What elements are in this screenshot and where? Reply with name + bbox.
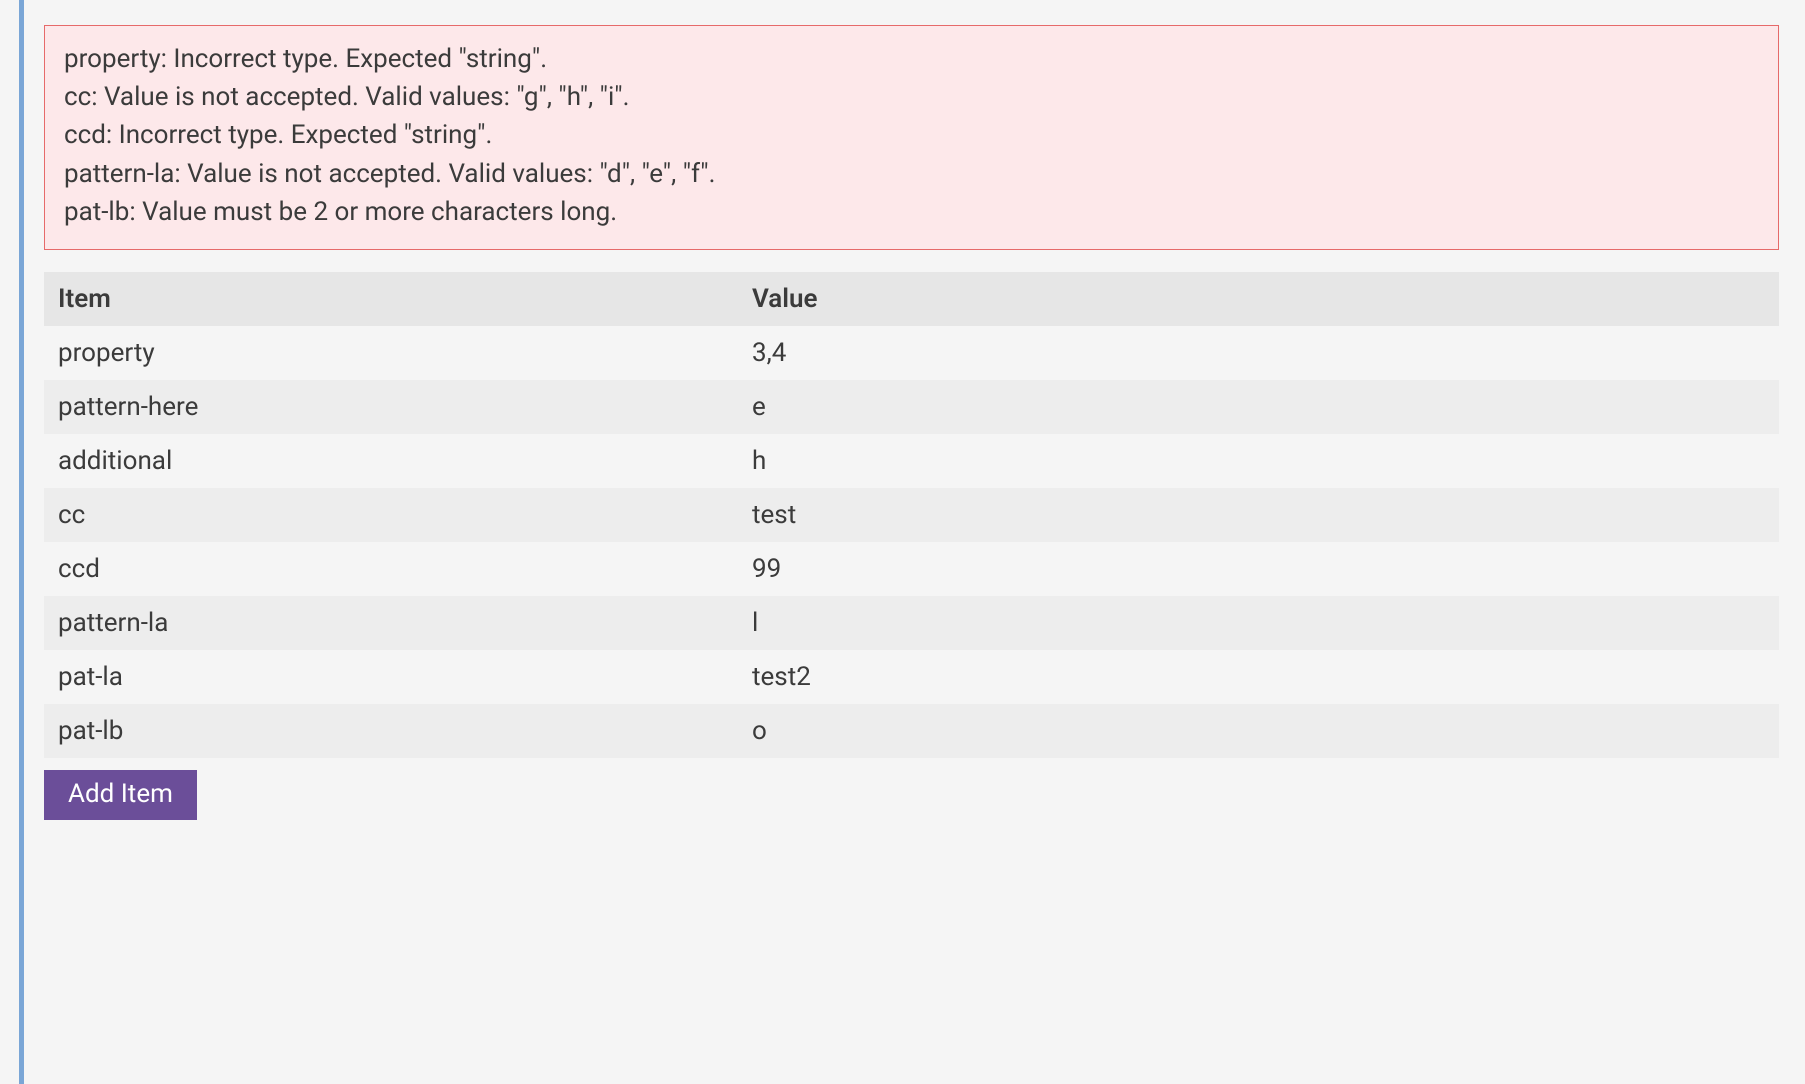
cell-item: property — [44, 326, 738, 380]
panel: property: Incorrect type. Expected "stri… — [0, 0, 1805, 1084]
cell-item: additional — [44, 434, 738, 488]
cell-value: test — [738, 488, 1779, 542]
validation-error-line: cc: Value is not accepted. Valid values:… — [64, 78, 1759, 116]
table-row[interactable]: cc test — [44, 488, 1779, 542]
validation-error-line: pat-lb: Value must be 2 or more characte… — [64, 193, 1759, 231]
cell-value: 3,4 — [738, 326, 1779, 380]
table-row[interactable]: additional h — [44, 434, 1779, 488]
cell-item: pattern-la — [44, 596, 738, 650]
cell-item: pat-lb — [44, 704, 738, 758]
cell-value: o — [738, 704, 1779, 758]
validation-error-line: property: Incorrect type. Expected "stri… — [64, 40, 1759, 78]
table-row[interactable]: pattern-la l — [44, 596, 1779, 650]
table-row[interactable]: pat-la test2 — [44, 650, 1779, 704]
cell-value: h — [738, 434, 1779, 488]
cell-value: e — [738, 380, 1779, 434]
table-header-row: Item Value — [44, 272, 1779, 326]
validation-error-box: property: Incorrect type. Expected "stri… — [44, 25, 1779, 250]
cell-item: pattern-here — [44, 380, 738, 434]
cell-value: l — [738, 596, 1779, 650]
cell-value: test2 — [738, 650, 1779, 704]
table-row[interactable]: pat-lb o — [44, 704, 1779, 758]
table-row[interactable]: ccd 99 — [44, 542, 1779, 596]
left-accent-rule — [19, 0, 24, 1084]
table-row[interactable]: property 3,4 — [44, 326, 1779, 380]
cell-item: cc — [44, 488, 738, 542]
validation-error-line: pattern-la: Value is not accepted. Valid… — [64, 155, 1759, 193]
properties-table: Item Value property 3,4 pattern-here e a… — [44, 272, 1779, 758]
table-row[interactable]: pattern-here e — [44, 380, 1779, 434]
cell-value: 99 — [738, 542, 1779, 596]
column-header-item: Item — [44, 272, 738, 326]
cell-item: ccd — [44, 542, 738, 596]
validation-error-line: ccd: Incorrect type. Expected "string". — [64, 116, 1759, 154]
add-item-button[interactable]: Add Item — [44, 770, 197, 820]
cell-item: pat-la — [44, 650, 738, 704]
column-header-value: Value — [738, 272, 1779, 326]
